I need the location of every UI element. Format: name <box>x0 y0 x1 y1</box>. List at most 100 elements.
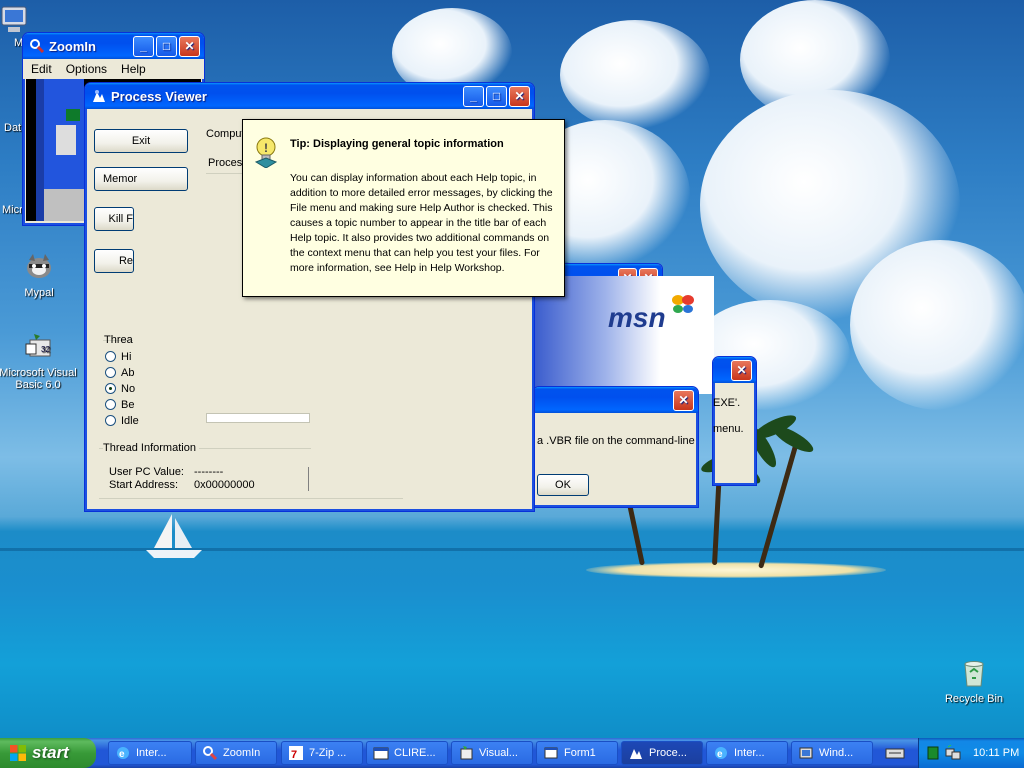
priority-radio-idle[interactable] <box>105 415 116 426</box>
help-tip-popup[interactable]: ! Tip: Displaying general topic informat… <box>242 119 565 297</box>
desktop-icon-label: Microsoft Visual Basic 6.0 <box>0 367 77 391</box>
taskbar-item-label: Form1 <box>564 747 596 759</box>
start-address-label: Start Address: <box>109 479 179 491</box>
priority-label: Idle <box>121 415 139 427</box>
taskbar-item[interactable]: Visual... <box>451 741 533 765</box>
close-button[interactable]: ✕ <box>673 389 694 411</box>
dialog-front-titlebar[interactable]: ✕ <box>533 387 698 413</box>
svg-text:e: e <box>119 749 125 760</box>
process-viewer-icon <box>93 90 105 102</box>
taskbar-item[interactable]: e Inter... <box>108 741 192 765</box>
priority-label: Be <box>121 399 135 411</box>
taskbar-item-active[interactable]: Proce... <box>621 741 703 765</box>
windows-icon <box>799 747 813 759</box>
taskbar-item-label: Proce... <box>649 747 687 759</box>
tray-app-icon[interactable] <box>927 746 939 760</box>
process-label: Proces <box>208 157 243 169</box>
close-button[interactable]: ✕ <box>509 85 530 107</box>
menu-help[interactable]: Help <box>121 62 146 76</box>
internet-explorer-icon: e <box>715 747 727 760</box>
minimize-button[interactable]: _ <box>463 85 484 107</box>
ok-button[interactable]: OK <box>537 474 589 496</box>
dialog-back-text: EXE'. <box>713 397 741 409</box>
zoomin-icon <box>30 39 45 54</box>
refresh-button[interactable]: Re <box>94 249 134 273</box>
window-icon <box>373 747 389 760</box>
svg-text:!: ! <box>264 141 268 155</box>
taskbar-item-label: Inter... <box>734 747 765 759</box>
mypal-raccoon-icon <box>27 254 51 278</box>
system-tray: 10:11 PM <box>918 738 1024 768</box>
process-viewer-titlebar[interactable]: Process Viewer _ □ ✕ <box>85 83 534 109</box>
maximize-button[interactable]: □ <box>156 35 177 57</box>
keyboard-icon[interactable] <box>884 745 906 761</box>
priority-label: Hi <box>121 351 132 363</box>
window-title: Process Viewer <box>111 88 207 104</box>
priority-radio-high[interactable] <box>105 351 116 362</box>
desktop-icon-visual-basic[interactable]: 32 Microsoft Visual Basic 6.0 <box>0 330 78 391</box>
close-button[interactable]: ✕ <box>179 35 200 57</box>
priority-label: Ab <box>121 367 135 379</box>
zoomin-titlebar[interactable]: ZoomIn _ □ ✕ <box>23 33 204 59</box>
start-button[interactable]: start <box>0 738 96 768</box>
menu-edit[interactable]: Edit <box>31 62 52 76</box>
close-button[interactable]: ✕ <box>731 359 752 381</box>
thread-info-title: Thread Information <box>103 442 199 454</box>
taskbar-item[interactable]: 7 7-Zip ... <box>281 741 363 765</box>
divider <box>206 173 246 174</box>
msn-logo: msn <box>608 302 666 333</box>
kill-process-button[interactable]: Kill F <box>94 207 134 231</box>
taskbar-item[interactable]: Form1 <box>536 741 618 765</box>
dialog-front[interactable]: ✕ a .VBR file on the command-line OK <box>532 386 699 508</box>
visual-basic-icon <box>460 746 473 760</box>
taskbar-item-label: Visual... <box>479 747 518 759</box>
taskbar-item[interactable]: CLIRE... <box>366 741 448 765</box>
internet-explorer-icon: e <box>117 747 129 760</box>
priority-radio-below[interactable] <box>105 399 116 410</box>
exit-button[interactable]: Exit <box>94 129 188 153</box>
taskbar-item[interactable]: e Inter... <box>706 741 788 765</box>
start-label: start <box>32 743 69 762</box>
zoomin-menubar: Edit Options Help <box>23 59 204 79</box>
7zip-icon: 7 <box>289 746 303 761</box>
priority-radio-above[interactable] <box>105 367 116 378</box>
visual-basic-icon: 32 <box>25 334 51 357</box>
dialog-back-titlebar[interactable]: ✕ <box>713 357 756 383</box>
clock[interactable]: 10:11 PM <box>973 747 1019 759</box>
minimize-button[interactable]: _ <box>133 35 154 57</box>
dialog-back[interactable]: ✕ EXE'. menu. <box>712 356 757 486</box>
dialog-back-text: menu. <box>713 423 744 435</box>
taskbar: start e Inter... ZoomIn 7 7-Zip ... CLIR… <box>0 738 1024 768</box>
desktop-icon-mypal[interactable]: Mypal <box>0 250 79 299</box>
taskbar-item[interactable]: ZoomIn <box>195 741 277 765</box>
taskbar-item-label: Wind... <box>819 747 854 759</box>
cloud <box>850 240 1024 410</box>
taskbar-item-label: CLIRE... <box>394 747 436 759</box>
taskbar-item[interactable]: Wind... <box>791 741 873 765</box>
progress-bar <box>206 413 310 423</box>
sailboat <box>146 514 202 558</box>
user-pc-value: -------- <box>194 466 224 478</box>
zoomin-icon <box>203 746 218 761</box>
menu-options[interactable]: Options <box>66 62 107 76</box>
start-address-value: 0x00000000 <box>194 479 255 491</box>
process-viewer-icon <box>630 749 642 759</box>
user-pc-label: User PC Value: <box>109 466 184 478</box>
computer-label: Comput <box>206 128 245 140</box>
priority-radio-normal[interactable] <box>105 383 116 394</box>
svg-text:32: 32 <box>41 345 50 354</box>
maximize-button[interactable]: □ <box>486 85 507 107</box>
lightbulb-icon: ! <box>254 137 278 168</box>
memory-details-button[interactable]: Memor <box>94 167 188 191</box>
svg-text:7: 7 <box>291 749 297 761</box>
cloud <box>560 20 710 130</box>
network-icon[interactable] <box>945 745 961 761</box>
msn-butterfly-icon <box>672 295 694 313</box>
desktop-icon-label: Mypal <box>24 287 54 299</box>
desktop-icon-recycle-bin[interactable]: Recycle Bin <box>934 656 1014 705</box>
taskbar-item-label: 7-Zip ... <box>309 747 347 759</box>
dialog-message: a .VBR file on the command-line <box>537 435 695 447</box>
windows-logo-icon <box>10 745 26 761</box>
priority-label: No <box>121 383 136 395</box>
taskbar-item-label: Inter... <box>136 747 167 759</box>
